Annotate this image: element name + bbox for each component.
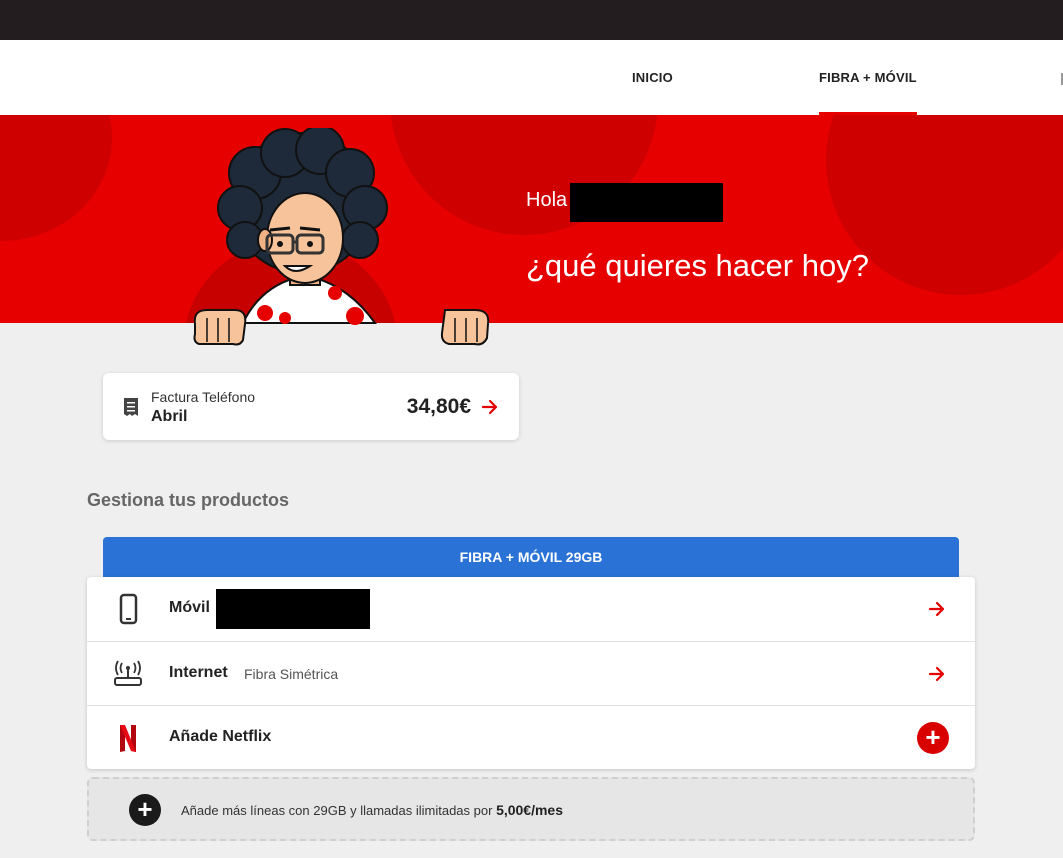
bill-month: Abril (151, 408, 188, 425)
redacted-user-name (570, 183, 723, 222)
product-label: Internet (169, 664, 228, 681)
nav-item-fibra-movil[interactable]: FIBRA + MÓVIL (819, 40, 917, 115)
product-tab[interactable]: FIBRA + MÓVIL 29GB (103, 537, 959, 577)
add-lines-price: 5,00€/mes (496, 802, 564, 818)
add-line-button[interactable]: + (129, 794, 161, 826)
hero-banner: Hola ¿qué quieres hacer hoy? (0, 115, 1063, 323)
product-label: Añade Netflix (169, 728, 272, 745)
greeting-text: Hola (526, 189, 568, 211)
mascot-illustration (193, 128, 490, 346)
product-sublabel: Fibra Simétrica (244, 666, 339, 682)
hero-circle (0, 115, 112, 241)
add-more-lines-banner[interactable]: + Añade más líneas con 29GB y llamadas i… (87, 777, 975, 841)
receipt-icon (124, 398, 138, 416)
main-nav: INICIO FIBRA + MÓVIL (0, 40, 1063, 115)
add-lines-text: Añade más líneas con 29GB y llamadas ili… (181, 802, 563, 818)
top-bar (0, 0, 1063, 40)
arrow-right-icon[interactable] (928, 665, 946, 683)
netflix-icon (120, 725, 136, 752)
redacted-phone-number (216, 589, 370, 629)
nav-item-inicio[interactable]: INICIO (632, 40, 673, 115)
product-card: Móvil Internet Fibra Simétrica Añade Net… (87, 577, 975, 769)
add-netflix-button[interactable]: + (917, 722, 949, 754)
hero-question: ¿qué quieres hacer hoy? (526, 248, 869, 283)
bill-title: Factura Teléfono (151, 389, 256, 405)
bill-amount: 34,80€ (406, 395, 471, 418)
router-icon (114, 660, 142, 686)
arrow-right-icon[interactable] (928, 600, 946, 618)
product-row-movil[interactable]: Móvil (87, 577, 975, 641)
bill-card[interactable]: Factura Teléfono Abril 34,80€ (103, 373, 519, 440)
arrow-right-icon[interactable] (481, 398, 499, 416)
mobile-phone-icon (119, 593, 138, 625)
product-row-internet[interactable]: Internet Fibra Simétrica (87, 641, 975, 705)
add-lines-description: Añade más líneas con 29GB y llamadas ili… (181, 803, 493, 818)
product-label: Móvil (169, 599, 210, 616)
section-title: Gestiona tus productos (87, 490, 290, 510)
product-row-netflix[interactable]: Añade Netflix + (87, 705, 975, 769)
